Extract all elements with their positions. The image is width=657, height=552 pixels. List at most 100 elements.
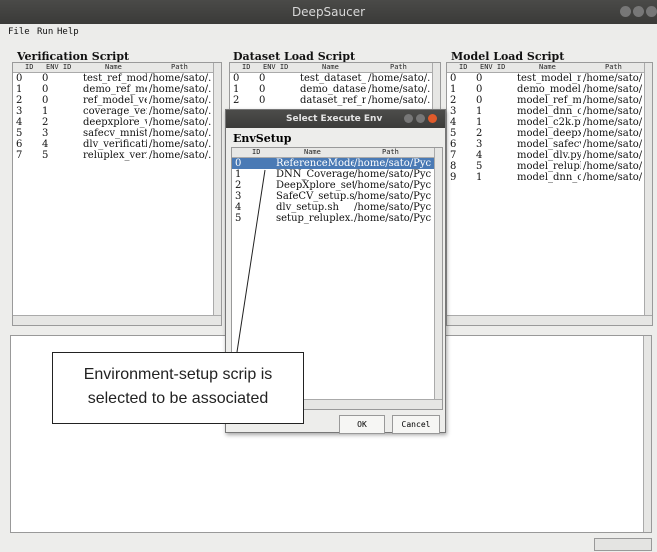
table-cell: coverage_ver bbox=[83, 106, 147, 117]
col-path[interactable]: Path bbox=[605, 63, 622, 71]
menu-file[interactable]: File bbox=[8, 27, 30, 37]
table-cell: 4 bbox=[450, 117, 457, 128]
table-row[interactable]: 2 0 model_ref_m/home/sato/. bbox=[447, 95, 652, 106]
table-row[interactable]: 7 5 reluplex_veri/home/sato/. bbox=[13, 150, 221, 161]
table-cell: /home/sato/Pyc bbox=[354, 191, 432, 202]
col-env-id[interactable]: ENV ID bbox=[480, 63, 505, 71]
table-cell: DNN_Coverage_ bbox=[276, 169, 354, 180]
table-row[interactable]: 6 4 dlv_verificati/home/sato/. bbox=[13, 139, 221, 150]
table-cell: 4 bbox=[42, 139, 49, 150]
table-row[interactable]: 6 3 model_safecv/home/sato/. bbox=[447, 139, 652, 150]
maximize-icon[interactable] bbox=[633, 6, 644, 17]
table-row[interactable]: 2 DeepXplore_setu/home/sato/Pyc bbox=[232, 180, 442, 191]
table-row[interactable]: 3 1 model_dnn_c/home/sato/. bbox=[447, 106, 652, 117]
table-cell: dataset_ref_r bbox=[300, 95, 366, 106]
vertical-scrollbar[interactable] bbox=[213, 63, 221, 325]
table-row[interactable]: 2 0 ref_model_ve/home/sato/. bbox=[13, 95, 221, 106]
col-name[interactable]: Name bbox=[322, 63, 339, 71]
horizontal-scrollbar[interactable] bbox=[13, 315, 221, 325]
table-row[interactable]: 2 0 dataset_ref_r/home/sato/. bbox=[230, 95, 440, 106]
table-cell: 1 bbox=[450, 84, 457, 95]
col-env-id[interactable]: ENV ID bbox=[263, 63, 288, 71]
col-path[interactable]: Path bbox=[171, 63, 188, 71]
close-icon[interactable] bbox=[646, 6, 657, 17]
verification-table[interactable]: ID ENV ID Name Path 00test_ref_modé/home… bbox=[12, 62, 222, 326]
table-cell: model_ref_m bbox=[517, 95, 581, 106]
table-row[interactable]: 4 dlv_setup.sh/home/sato/Pyc bbox=[232, 202, 442, 213]
table-cell: model_deepx bbox=[517, 128, 581, 139]
cancel-button[interactable]: Cancel bbox=[392, 415, 440, 434]
table-cell: /home/sato/. bbox=[149, 106, 212, 117]
vertical-scrollbar[interactable] bbox=[643, 336, 651, 532]
table-cell: 5 bbox=[235, 213, 242, 224]
table-cell: test_dataset_r bbox=[300, 73, 366, 84]
menu-help[interactable]: Help bbox=[57, 27, 79, 37]
table-row[interactable]: 5 setup_reluplex.s/home/sato/Pyc bbox=[232, 213, 442, 224]
table-row[interactable]: 1 DNN_Coverage_/home/sato/Pyc bbox=[232, 169, 442, 180]
table-cell: 0 bbox=[259, 84, 266, 95]
col-id[interactable]: ID bbox=[459, 63, 467, 71]
table-cell: model_safecv bbox=[517, 139, 581, 150]
col-path[interactable]: Path bbox=[390, 63, 407, 71]
menu-run[interactable]: Run bbox=[37, 27, 53, 37]
title-bar: DeepSaucer bbox=[0, 0, 657, 24]
table-cell: /home/sato/. bbox=[583, 172, 643, 183]
table-row[interactable]: 0 0 test_ref_modé/home/sato/. bbox=[13, 73, 221, 84]
col-name[interactable]: Name bbox=[304, 148, 321, 156]
table-cell: 1 bbox=[476, 117, 483, 128]
table-row[interactable]: 0 0 test_model_r/home/sato/. bbox=[447, 73, 652, 84]
table-row[interactable]: 7 4 model_dlv.py/home/sato/. bbox=[447, 150, 652, 161]
col-name[interactable]: Name bbox=[105, 63, 122, 71]
table-header: ID ENV ID Name Path bbox=[230, 63, 440, 73]
table-row[interactable]: 0 ReferenceModel/home/sato/Pyc bbox=[232, 158, 442, 169]
vertical-scrollbar[interactable] bbox=[644, 63, 652, 325]
table-cell: 0 bbox=[259, 73, 266, 84]
envsetup-label: EnvSetup bbox=[233, 132, 292, 145]
table-row[interactable]: 0 0 test_dataset_r/home/sato/. bbox=[230, 73, 440, 84]
maximize-icon[interactable] bbox=[416, 114, 425, 123]
table-row[interactable]: 1 0 demo_ref_mé/home/sato/. bbox=[13, 84, 221, 95]
col-id[interactable]: ID bbox=[242, 63, 250, 71]
minimize-icon[interactable] bbox=[620, 6, 631, 17]
col-id[interactable]: ID bbox=[252, 148, 260, 156]
table-cell: 3 bbox=[235, 191, 242, 202]
horizontal-scrollbar[interactable] bbox=[447, 315, 652, 325]
table-cell: /home/sato/Pyc bbox=[354, 213, 432, 224]
table-row[interactable]: 4 1 model_c2k.py/home/sato/. bbox=[447, 117, 652, 128]
table-row[interactable]: 9 1 model_dnn_c/home/sato/. bbox=[447, 172, 652, 183]
table-cell: /home/sato/Pyc bbox=[354, 169, 432, 180]
table-cell: 0 bbox=[476, 73, 483, 84]
table-row[interactable]: 5 3 safecv_mnist./home/sato/. bbox=[13, 128, 221, 139]
table-cell: 1 bbox=[16, 84, 23, 95]
col-id[interactable]: ID bbox=[25, 63, 33, 71]
table-row[interactable]: 1 0 demo_datase/home/sato/. bbox=[230, 84, 440, 95]
table-cell: setup_reluplex.s bbox=[276, 213, 354, 224]
table-cell: test_model_r bbox=[517, 73, 581, 84]
table-row[interactable]: 5 2 model_deepx/home/sato/. bbox=[447, 128, 652, 139]
table-cell: 5 bbox=[16, 128, 23, 139]
table-row[interactable]: 1 0 demo_model/home/sato/. bbox=[447, 84, 652, 95]
table-row[interactable]: 3 SafeCV_setup.sh/home/sato/Pyc bbox=[232, 191, 442, 202]
table-cell: 2 bbox=[16, 95, 23, 106]
table-cell: 3 bbox=[476, 139, 483, 150]
table-cell: dlv_setup.sh bbox=[276, 202, 339, 213]
vertical-scrollbar[interactable] bbox=[434, 148, 442, 409]
table-cell: 3 bbox=[16, 106, 23, 117]
table-row[interactable]: 4 2 deepxplore_v/home/sato/. bbox=[13, 117, 221, 128]
col-name[interactable]: Name bbox=[539, 63, 556, 71]
table-row[interactable]: 3 1 coverage_ver/home/sato/. bbox=[13, 106, 221, 117]
col-path[interactable]: Path bbox=[382, 148, 399, 156]
table-cell: /home/sato/. bbox=[583, 106, 643, 117]
model-table[interactable]: ID ENV ID Name Path 0 0 test_model_r/home/… bbox=[446, 62, 653, 326]
table-header: ID Name Path bbox=[232, 148, 442, 158]
table-cell: 4 bbox=[476, 150, 483, 161]
table-cell: 0 bbox=[16, 73, 23, 84]
table-cell: ReferenceModel bbox=[276, 158, 354, 169]
table-cell: SafeCV_setup.sh bbox=[276, 191, 354, 202]
col-env-id[interactable]: ENV ID bbox=[46, 63, 71, 71]
table-row[interactable]: 8 5 model_relupl/home/sato/. bbox=[447, 161, 652, 172]
minimize-icon[interactable] bbox=[404, 114, 413, 123]
ok-button[interactable]: OK bbox=[339, 415, 385, 434]
table-cell: 0 bbox=[42, 95, 49, 106]
close-icon[interactable] bbox=[428, 114, 437, 123]
